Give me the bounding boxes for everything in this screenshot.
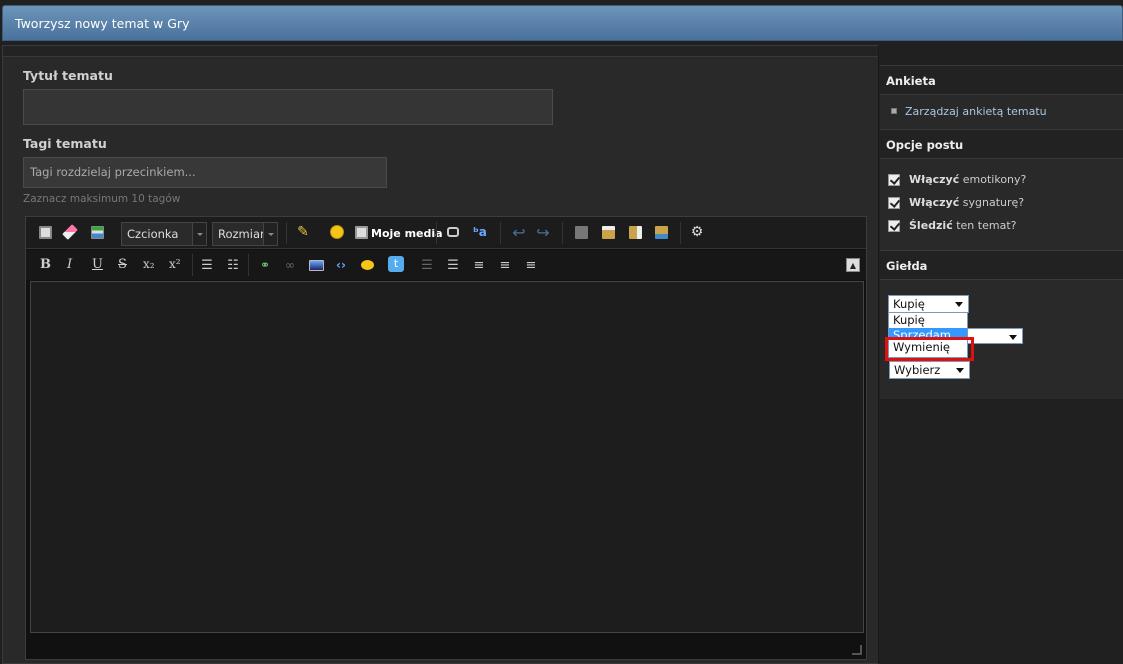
twitter-icon[interactable]: t <box>387 255 405 273</box>
copy-icon[interactable] <box>572 223 590 241</box>
page-title: Tworzysz nowy temat w Gry <box>15 16 190 31</box>
bold-button[interactable]: B <box>40 257 51 272</box>
checkbox-emoticons[interactable] <box>888 173 900 186</box>
replace-icon[interactable]: ᵇa <box>471 223 489 241</box>
exchange-type-select[interactable]: Kupię <box>888 295 969 313</box>
quote-icon[interactable] <box>358 256 376 274</box>
chevron-down-icon <box>955 302 963 311</box>
size-select[interactable]: Rozmiar <box>212 222 278 246</box>
outdent-icon[interactable]: ☰ <box>418 256 436 274</box>
media-icon <box>352 223 370 241</box>
option-signature[interactable]: Włączyć sygnaturę? <box>888 196 1024 209</box>
tags-input[interactable]: Tagi rozdzielaj przecinkiem... <box>23 157 387 188</box>
toolbar-divider <box>286 222 287 244</box>
emoticon-icon[interactable] <box>328 223 346 241</box>
link-icon[interactable]: ⚭ <box>256 256 274 274</box>
exchange-type-value: Kupię <box>893 297 925 311</box>
chevron-down-icon <box>956 368 964 377</box>
resize-handle-icon[interactable] <box>852 645 862 655</box>
option-emoticons[interactable]: Włączyć emotikony? <box>888 173 1026 186</box>
option-signature-label: Włączyć sygnaturę? <box>909 196 1025 209</box>
text-color-icon[interactable]: ✎ <box>294 223 312 241</box>
subscript-button[interactable]: x₂ <box>143 257 155 271</box>
editor-content-area[interactable] <box>30 281 864 633</box>
post-options-heading: Opcje postu <box>886 138 964 152</box>
highlight-annotation <box>885 337 974 361</box>
page-header: Tworzysz nowy temat w Gry <box>2 5 1123 41</box>
option-follow[interactable]: Śledzić ten temat? <box>888 219 1016 232</box>
paste-icon[interactable] <box>599 223 617 241</box>
chevron-down-icon <box>1009 335 1017 344</box>
checkbox-signature[interactable] <box>888 196 900 209</box>
template-icon[interactable] <box>88 223 106 241</box>
editor-toolbar-top: Czcionka Rozmiar ✎ Moje media ᵇa ↩ ↪ ⚙ <box>26 217 866 249</box>
category-select-value: Wybierz <box>894 363 941 377</box>
chevron-down-icon <box>263 223 277 245</box>
code-icon[interactable]: ‹› <box>332 256 350 274</box>
toolbar-divider <box>192 254 193 276</box>
italic-button[interactable]: I <box>67 257 72 272</box>
unlink-icon[interactable]: ∞ <box>281 256 299 274</box>
poll-section-header: Ankieta <box>880 65 1123 95</box>
checkbox-follow[interactable] <box>888 219 900 232</box>
chevron-down-icon <box>192 223 206 245</box>
paste-text-icon[interactable] <box>626 223 644 241</box>
exchange-section-header: Giełda <box>880 250 1123 280</box>
underline-button[interactable]: U <box>92 257 103 272</box>
source-icon[interactable] <box>36 223 54 241</box>
bullet-list-icon[interactable]: ☰ <box>198 256 216 274</box>
font-select-label: Czcionka <box>127 227 179 241</box>
option-follow-label: Śledzić ten temat? <box>909 219 1017 232</box>
settings-icon[interactable]: ⚙ <box>688 223 706 241</box>
rich-text-editor: Czcionka Rozmiar ✎ Moje media ᵇa ↩ ↪ ⚙ B… <box>25 216 867 660</box>
compose-panel: Tytuł tematu Tagi tematu Tagi rozdzielaj… <box>2 45 879 664</box>
post-options-header: Opcje postu <box>880 129 1123 159</box>
dropdown-option-buy[interactable]: Kupię <box>889 313 967 328</box>
align-left-icon[interactable]: ≡ <box>470 256 488 274</box>
topic-title-input[interactable] <box>23 89 553 125</box>
option-emoticons-label: Włączyć emotikony? <box>909 173 1027 186</box>
find-icon[interactable] <box>444 223 462 241</box>
bullet-icon <box>891 108 897 114</box>
image-icon[interactable] <box>307 256 325 274</box>
strikethrough-button[interactable]: S <box>118 257 127 272</box>
category-select[interactable]: Wybierz <box>889 361 970 379</box>
align-right-icon[interactable]: ≡ <box>522 256 540 274</box>
undo-icon[interactable]: ↩ <box>510 223 528 242</box>
toolbar-divider <box>562 222 563 244</box>
indent-icon[interactable]: ☰ <box>444 256 462 274</box>
numbered-list-icon[interactable]: ☷ <box>224 256 242 274</box>
toolbar-divider <box>248 254 249 276</box>
redo-icon[interactable]: ↪ <box>534 223 552 242</box>
align-center-icon[interactable]: ≡ <box>496 256 514 274</box>
manage-poll-link[interactable]: Zarządzaj ankietą tematu <box>905 105 1047 118</box>
toolbar-divider <box>680 222 681 244</box>
exchange-heading: Giełda <box>886 259 928 273</box>
toolbar-divider <box>436 222 437 244</box>
font-select[interactable]: Czcionka <box>121 222 207 246</box>
superscript-button[interactable]: x² <box>169 257 181 271</box>
tags-label: Tagi tematu <box>23 136 107 151</box>
size-select-label: Rozmiar <box>218 227 265 241</box>
eraser-icon[interactable] <box>61 223 79 241</box>
editor-toolbar-bottom: B I U S x₂ x² ☰ ☷ ⚭ ∞ ‹› t ☰ ☰ ≡ ≡ ≡ ▲ <box>26 250 866 280</box>
tags-hint: Zaznacz maksimum 10 tagów <box>23 193 181 205</box>
poll-heading: Ankieta <box>886 74 936 88</box>
toolbar-divider <box>500 222 501 244</box>
my-media-button[interactable]: Moje media <box>371 227 443 240</box>
topic-title-label: Tytuł tematu <box>23 68 113 83</box>
paste-word-icon[interactable] <box>652 223 670 241</box>
collapse-toolbar-icon[interactable]: ▲ <box>846 258 860 272</box>
